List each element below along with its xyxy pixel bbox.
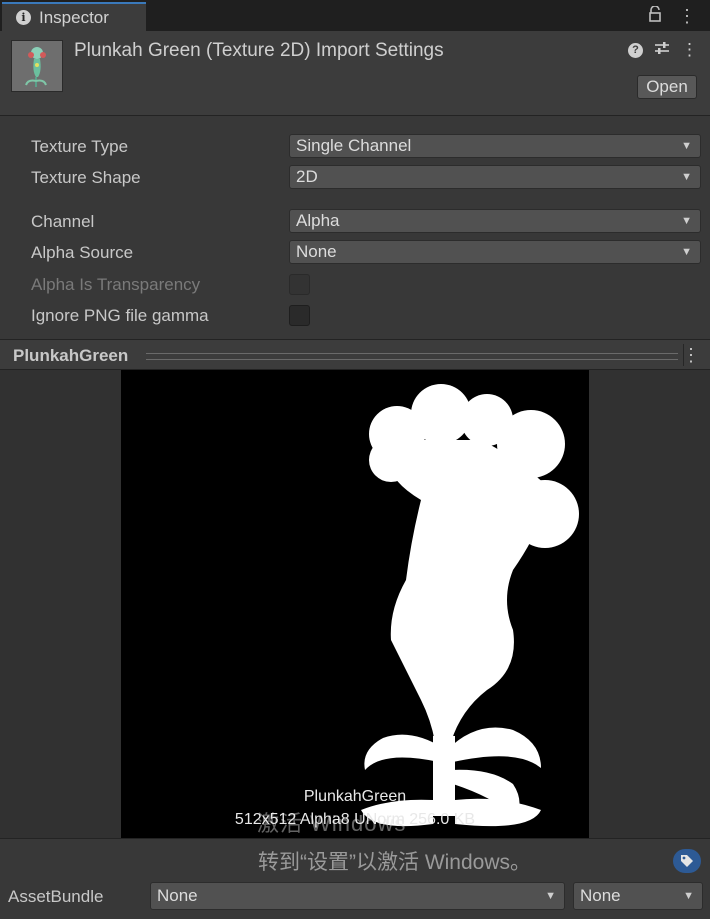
texture-shape-label: Texture Shape — [31, 168, 141, 187]
kebab-menu-icon[interactable]: ⋮ — [681, 40, 698, 60]
ignore-png-gamma-label: Ignore PNG file gamma — [31, 306, 209, 325]
row-channel: Channel Alpha ▼ — [0, 209, 710, 235]
drag-handle[interactable] — [146, 353, 678, 360]
channel-label: Channel — [31, 212, 95, 231]
preview-info: 512x512 Alpha8 UNorm 256.0 KB — [234, 811, 476, 828]
asset-bundle-variant-dropdown[interactable]: None ▼ — [573, 882, 703, 910]
row-alpha-source: Alpha Source None ▼ — [0, 240, 710, 266]
asset-bundle-name-value: None — [157, 886, 198, 905]
alpha-source-dropdown[interactable]: None ▼ — [289, 240, 701, 264]
asset-bundle-bar: AssetBundle None ▼ None ▼ — [0, 878, 710, 919]
asset-bundle-label: AssetBundle — [8, 887, 104, 906]
alpha-is-transparency-label: Alpha Is Transparency — [31, 275, 201, 294]
inspector-header: Plunkah Green (Texture 2D) Import Settin… — [0, 31, 710, 116]
texture-type-dropdown[interactable]: Single Channel ▼ — [289, 134, 701, 158]
row-texture-shape: Texture Shape 2D ▼ — [0, 165, 710, 191]
import-settings: Texture Type Single Channel ▼ Texture Sh… — [0, 116, 710, 338]
tab-inspector[interactable]: i Inspector — [2, 2, 146, 31]
texture-type-value: Single Channel — [296, 136, 412, 155]
tab-label: Inspector — [39, 7, 109, 27]
preview-title: PlunkahGreen — [13, 346, 129, 365]
preview-header[interactable]: PlunkahGreen ⋮ — [0, 339, 710, 370]
chevron-down-icon: ▼ — [683, 890, 694, 902]
asset-bundle-variant-value: None — [580, 886, 621, 905]
chevron-down-icon: ▼ — [681, 246, 692, 258]
row-texture-type: Texture Type Single Channel ▼ — [0, 134, 710, 160]
windows-activation-hint: 转到“设置”以激活 Windows。 — [258, 851, 532, 874]
info-icon: i — [16, 10, 31, 25]
chevron-down-icon: ▼ — [681, 215, 692, 227]
alpha-source-label: Alpha Source — [31, 243, 134, 262]
texture-thumbnail — [11, 40, 63, 92]
tag-icon[interactable] — [673, 849, 701, 873]
row-ignore-png-gamma: Ignore PNG file gamma — [0, 303, 710, 329]
asset-bundle-name-dropdown[interactable]: None ▼ — [150, 882, 565, 910]
preview-footer: 转到“设置”以激活 Windows。 — [0, 838, 710, 879]
texture-shape-dropdown[interactable]: 2D ▼ — [289, 165, 701, 189]
ignore-png-gamma-checkbox[interactable] — [289, 305, 310, 326]
kebab-menu-icon[interactable]: ⋮ — [682, 345, 700, 366]
alpha-source-value: None — [296, 242, 337, 261]
row-alpha-is-transparency: Alpha Is Transparency — [0, 272, 710, 298]
tab-bar: i Inspector ⋮ — [0, 0, 710, 31]
channel-value: Alpha — [296, 211, 340, 230]
chevron-down-icon: ▼ — [545, 890, 556, 902]
chevron-down-icon: ▼ — [681, 171, 692, 183]
texture-shape-value: 2D — [296, 167, 318, 186]
preview-image — [121, 370, 589, 838]
preview-name: PlunkahGreen — [303, 788, 407, 805]
chevron-down-icon: ▼ — [681, 140, 692, 152]
kebab-menu-icon[interactable]: ⋮ — [678, 6, 696, 27]
presets-icon[interactable] — [655, 40, 669, 60]
texture-preview: 激活 Windows PlunkahGreen 512x512 Alpha8 U… — [0, 370, 710, 838]
help-icon[interactable]: ? — [628, 42, 643, 58]
channel-dropdown[interactable]: Alpha ▼ — [289, 209, 701, 233]
alpha-is-transparency-checkbox — [289, 274, 310, 295]
texture-type-label: Texture Type — [31, 137, 129, 156]
lock-icon[interactable] — [648, 5, 662, 27]
header-title: Plunkah Green (Texture 2D) Import Settin… — [74, 40, 444, 61]
open-button[interactable]: Open — [637, 75, 697, 99]
